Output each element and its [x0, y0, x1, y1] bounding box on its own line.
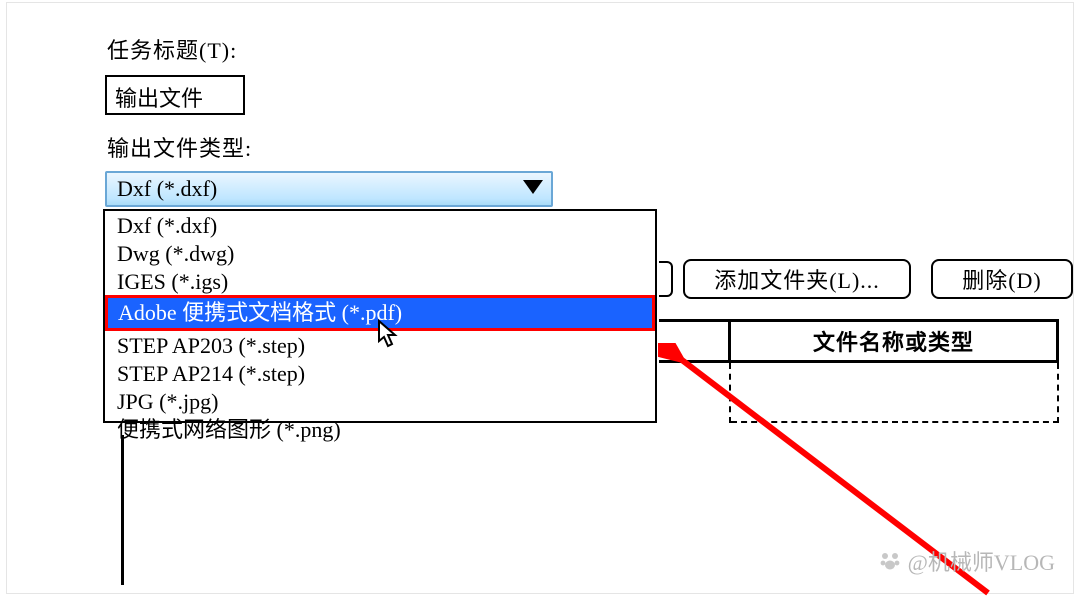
output-file-field[interactable]: 输出文件: [105, 75, 245, 115]
chevron-down-icon: [523, 180, 543, 194]
window-frame: 任务标题(T): 输出文件 输出文件类型: Dxf (*.dxf) Dxf (*…: [6, 2, 1074, 594]
table-body-right: [731, 363, 1059, 423]
add-folder-button[interactable]: 添加文件夹(L)...: [683, 259, 911, 299]
content-area: 任务标题(T): 输出文件 输出文件类型: Dxf (*.dxf) Dxf (*…: [103, 3, 1059, 593]
table-body-left: [659, 363, 731, 423]
option-pdf[interactable]: Adobe 便携式文档格式 (*.pdf): [105, 295, 655, 331]
combobox-selected-value: Dxf (*.dxf): [117, 176, 217, 202]
watermark: @机械师VLOG: [878, 545, 1055, 577]
task-title-label: 任务标题(T):: [107, 33, 237, 65]
right-panel: 添加文件夹(L)... 删除(D) 文件名称或类型: [659, 209, 1059, 429]
panel-edge-decor: [659, 261, 673, 297]
option-png[interactable]: 便携式网络图形 (*.png): [105, 415, 655, 443]
vertical-separator: [121, 435, 124, 585]
table-header-left: [659, 319, 731, 363]
option-step-ap203[interactable]: STEP AP203 (*.step): [105, 331, 655, 359]
file-type-combobox[interactable]: Dxf (*.dxf): [105, 171, 553, 207]
delete-label: 删除(D): [962, 263, 1042, 295]
add-folder-label: 添加文件夹(L)...: [714, 263, 880, 295]
delete-button[interactable]: 删除(D): [931, 259, 1073, 299]
file-filter-table: 文件名称或类型: [659, 319, 1059, 427]
option-iges[interactable]: IGES (*.igs): [105, 267, 655, 295]
option-step-ap214[interactable]: STEP AP214 (*.step): [105, 359, 655, 387]
output-type-label: 输出文件类型:: [107, 131, 252, 163]
output-file-value: 输出文件: [115, 86, 203, 111]
option-dxf[interactable]: Dxf (*.dxf): [105, 211, 655, 239]
table-header-right-label: 文件名称或类型: [813, 325, 974, 357]
table-header-right: 文件名称或类型: [731, 319, 1059, 363]
paw-icon: [878, 549, 902, 573]
option-jpg[interactable]: JPG (*.jpg): [105, 387, 655, 415]
option-dwg[interactable]: Dwg (*.dwg): [105, 239, 655, 267]
file-type-dropdown: Dxf (*.dxf) Dwg (*.dwg) IGES (*.igs) Ado…: [103, 209, 657, 423]
watermark-text: @机械师VLOG: [908, 545, 1055, 577]
